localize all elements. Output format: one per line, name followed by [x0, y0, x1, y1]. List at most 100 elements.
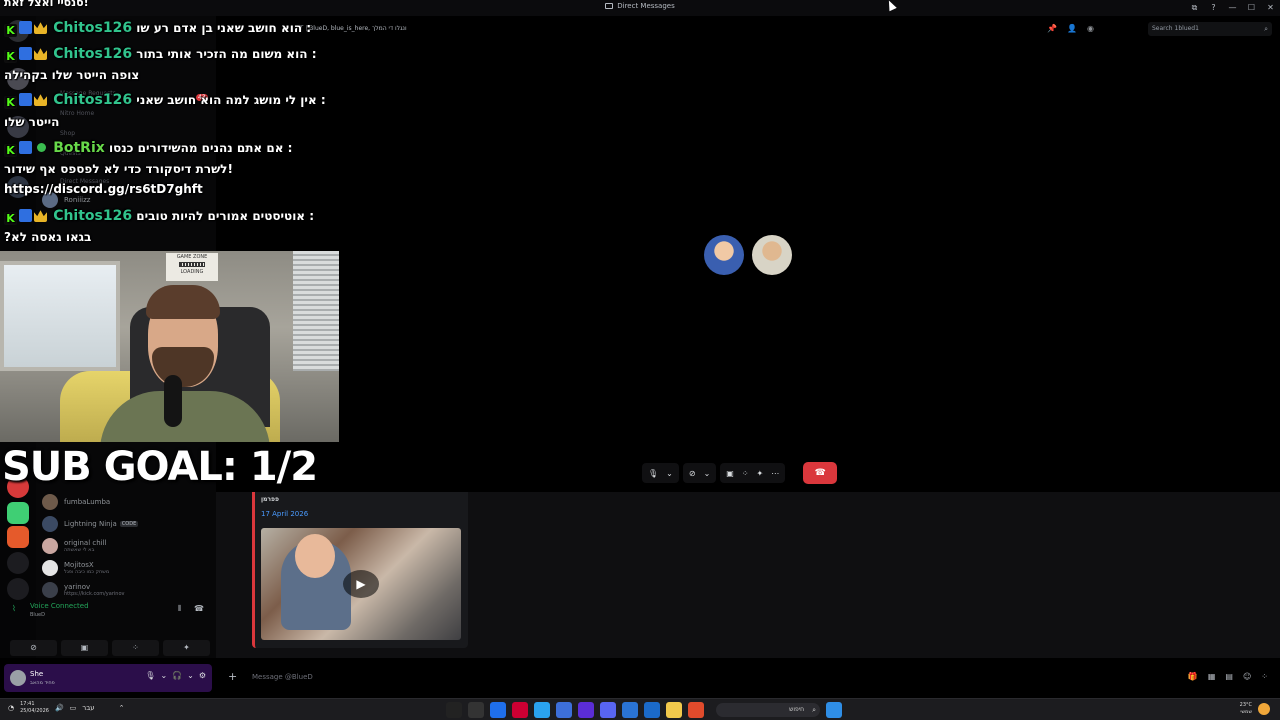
taskbar-app-icon[interactable]: [578, 702, 594, 718]
server-tag-badge: CODE: [119, 521, 139, 527]
chat-message: K Chitos126 הוא חושב שאני בן אדם רע שו :: [4, 20, 311, 37]
taskbar-app-icon[interactable]: [490, 702, 506, 718]
chevron-down-icon[interactable]: ⌄: [704, 469, 711, 478]
play-icon[interactable]: ▶: [343, 570, 379, 598]
rail-server-icon[interactable]: [7, 578, 29, 600]
thumbnail-face: [295, 534, 335, 578]
weather-widget[interactable]: 23°C שמשי: [1240, 702, 1252, 716]
chevron-down-icon[interactable]: ⌄: [666, 469, 673, 478]
hang-up-button[interactable]: ☎: [803, 462, 838, 484]
taskbar-search-placeholder: חיפוש: [789, 706, 804, 713]
message-input[interactable]: Message @BlueD: [252, 673, 313, 681]
wifi-icon[interactable]: ◔: [8, 704, 14, 712]
dm-item-name: original chill: [64, 539, 107, 547]
chevron-down-icon[interactable]: ⌄: [160, 671, 167, 680]
kick-badge-icon: K: [4, 144, 17, 157]
taskbar-app-icon[interactable]: [512, 702, 528, 718]
close-button[interactable]: ✕: [1261, 0, 1280, 16]
window-title-text: Direct Messages: [617, 2, 675, 10]
taskbar-clock[interactable]: 17:41 25/04/2026: [20, 701, 49, 715]
file-explorer-icon[interactable]: [666, 702, 682, 718]
webcam-microphone: [164, 375, 182, 427]
participant-avatar[interactable]: [752, 235, 792, 275]
activities-button[interactable]: ⁘: [112, 640, 159, 656]
screen-share-icon[interactable]: ▣: [726, 469, 734, 478]
chevron-down-icon[interactable]: ⌄: [187, 671, 194, 680]
user-avatar[interactable]: [10, 670, 26, 686]
network-icon[interactable]: ▭: [70, 704, 77, 712]
dm-item[interactable]: original chill בא לי שאשתה: [42, 536, 210, 556]
taskbar-app-icon[interactable]: [644, 702, 660, 718]
volume-icon[interactable]: 🔊: [55, 704, 64, 712]
minimize-button[interactable]: —: [1223, 0, 1242, 16]
webcam-person-hair: [146, 285, 220, 319]
dm-item[interactable]: yarinov https://kick.com/yarinov: [42, 580, 210, 600]
steam-taskbar-icon[interactable]: [622, 702, 638, 718]
dm-item-name: fumbaLumba: [64, 498, 111, 506]
rail-server-icon[interactable]: [7, 502, 29, 524]
streamer-webcam: GAME ZONE LOADING: [0, 251, 339, 442]
crown-badge-icon: [34, 94, 47, 106]
browser-taskbar-icon[interactable]: [688, 702, 704, 718]
voice-call-area: 🎙 ⌄ ⊘ ⌄ ▣ ⁘ ✦ ⋯ ☎: [216, 42, 1280, 492]
sticker-icon[interactable]: ▤: [1225, 672, 1233, 681]
embed-author[interactable]: פפרמן: [261, 496, 279, 503]
discord-taskbar-icon[interactable]: [600, 702, 616, 718]
gif-icon[interactable]: ▦: [1208, 672, 1216, 681]
activity-controls: ▣ ⁘ ✦ ⋯: [720, 463, 786, 483]
search-icon: ⌕: [1264, 25, 1268, 33]
search-input[interactable]: Search 1blued1 ⌕: [1148, 22, 1272, 36]
maximize-button[interactable]: ☐: [1242, 0, 1261, 16]
add-friend-icon[interactable]: 👤: [1067, 24, 1077, 33]
help-icon[interactable]: ?: [1204, 0, 1223, 16]
video-thumbnail[interactable]: ▶: [261, 528, 461, 640]
taskbar-app-icon[interactable]: [534, 702, 550, 718]
soundboard-icon[interactable]: ✦: [757, 469, 764, 478]
chat-message: K BotRix אם אתם נהנים מהשידורים כנסו :: [4, 140, 292, 157]
user-name: She: [30, 670, 44, 678]
camera-off-icon[interactable]: ⊘: [689, 469, 696, 478]
chat-message-text: צופה הייטר שלו בקהילה: [4, 68, 140, 82]
add-attachment-button[interactable]: +: [228, 670, 237, 683]
dm-item[interactable]: Lightning Ninja CODE: [42, 514, 210, 534]
activities-icon[interactable]: ⁘: [742, 469, 749, 478]
kick-badge-icon: K: [4, 212, 17, 225]
rail-server-icon[interactable]: [7, 526, 29, 548]
dm-item[interactable]: fumbaLumba: [42, 492, 210, 512]
taskbar-app-icon[interactable]: [468, 702, 484, 718]
language-indicator[interactable]: עבר: [82, 704, 94, 712]
gift-icon[interactable]: 🎁: [1188, 672, 1198, 681]
mic-icon[interactable]: 🎙: [648, 469, 658, 478]
chat-message: K Chitos126 אין לי מושג למה הוא חושב שאנ…: [4, 92, 326, 109]
voice-channel[interactable]: BlueD: [30, 612, 45, 618]
screen-share-button[interactable]: ▣: [61, 640, 108, 656]
weather-temp: 23°C: [1239, 702, 1252, 708]
apps-icon[interactable]: ⁘: [1261, 672, 1268, 681]
profile-icon[interactable]: ◉: [1087, 24, 1094, 33]
soundboard-button[interactable]: ✦: [163, 640, 210, 656]
noise-suppression-icon[interactable]: ⦀: [178, 604, 182, 614]
direct-messages-icon: [605, 3, 614, 9]
user-panel: She פחיד מהאב 🎙 ⌄ 🎧 ⌄ ⚙: [4, 664, 212, 692]
taskbar-search[interactable]: חיפוש ⌕: [716, 703, 820, 717]
dm-item[interactable]: MojitosX משחק כמו כיבה ופגל: [42, 558, 210, 578]
participant-avatar[interactable]: [704, 235, 744, 275]
taskbar-app-icon[interactable]: [446, 702, 462, 718]
disconnect-icon[interactable]: ☎: [194, 604, 204, 613]
taskbar-app-icon[interactable]: [556, 702, 572, 718]
pin-icon[interactable]: 📌: [1047, 24, 1057, 33]
chat-message-text: אוטיסטים אמורים להיות טובים :: [136, 209, 315, 223]
start-menu-icon[interactable]: [826, 702, 842, 718]
camera-off-button[interactable]: ⊘: [10, 640, 57, 656]
chevron-up-icon[interactable]: ⌃: [119, 704, 125, 712]
inbox-icon[interactable]: ⧉: [1185, 0, 1204, 16]
headphones-icon[interactable]: 🎧: [172, 671, 182, 680]
rail-server-icon[interactable]: [7, 552, 29, 574]
composer-tools: 🎁 ▦ ▤ ☺ ⁘: [1188, 672, 1268, 681]
mic-icon[interactable]: 🎙: [145, 671, 155, 680]
more-icon[interactable]: ⋯: [771, 469, 779, 478]
settings-gear-icon[interactable]: ⚙: [199, 671, 206, 680]
emoji-icon[interactable]: ☺: [1243, 672, 1251, 681]
crown-badge-icon: [34, 210, 47, 222]
avatar: [42, 582, 58, 598]
